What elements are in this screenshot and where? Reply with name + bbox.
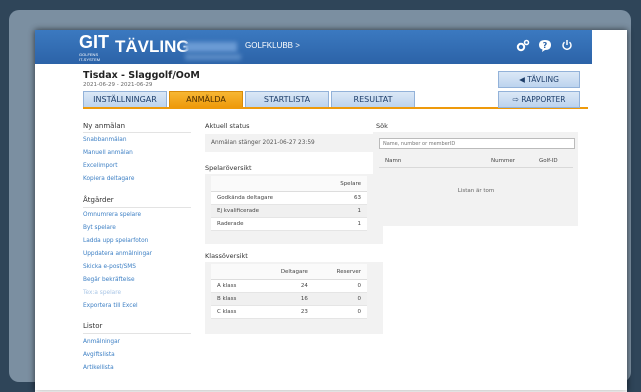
sidebar-link-skicka-epost[interactable]: Skicka e-post/SMS xyxy=(83,264,136,270)
player-overview-heading: Spelaröversikt xyxy=(205,164,252,172)
sidebar-link-artikellista[interactable]: Artikellista xyxy=(83,365,114,371)
sidebar-link-begar-bekraftelse[interactable]: Begär bekräftelse xyxy=(83,277,135,283)
divider xyxy=(83,132,191,133)
class-overview-table: Deltagare Reserver A klass 24 0 B klass 16 0… xyxy=(211,264,367,319)
event-title: Tisdax - Slaggolf/OoM xyxy=(83,70,200,81)
tab-startlista[interactable]: STARTLISTA xyxy=(245,91,329,108)
column-header-namn: Namn xyxy=(385,158,402,164)
event-dates: 2021-06-29 - 2021-06-29 xyxy=(83,82,153,88)
divider xyxy=(379,167,573,168)
search-heading: Sök xyxy=(376,122,388,130)
tab-bar: INSTÄLLNINGAR ANMÄLDA STARTLISTA RESULTA… xyxy=(83,91,417,108)
help-icon[interactable]: ? xyxy=(538,39,552,57)
tab-anmalda[interactable]: ANMÄLDA xyxy=(169,91,243,108)
sidebar-link-uppdatera[interactable]: Uppdatera anmälningar xyxy=(83,251,152,257)
logo-subtitle: GOLFENS IT-SYSTEM xyxy=(79,52,101,62)
table-row: Godkända deltagare 63 xyxy=(211,191,367,205)
column-header-golf-id: Golf-ID xyxy=(539,158,558,164)
club-selector[interactable]: GOLFKLUBB > xyxy=(245,41,300,50)
tavling-button-label: TÄVLING xyxy=(527,75,559,84)
sidebar-link-disabled: Tex:a spelare xyxy=(83,290,122,296)
sidebar-link-avgiftslista[interactable]: Avgiftslista xyxy=(83,352,115,358)
table-row: A klass 24 0 xyxy=(211,279,367,293)
column-header-nummer: Nummer xyxy=(491,158,515,164)
table-row: Ej kvalificerade 1 xyxy=(211,204,367,218)
empty-list-text: Listan är tom xyxy=(457,188,495,194)
sidebar-link-excelimport[interactable]: Excelimport xyxy=(83,163,118,169)
top-bar: GIT GOLFENS IT-SYSTEM TÄVLING GOLFKLUBB >… xyxy=(35,30,592,64)
rapporter-button-label: RAPPORTER xyxy=(521,95,566,104)
table-row: Raderade 1 xyxy=(211,217,367,231)
table-row: B klass 16 0 xyxy=(211,292,367,306)
section-heading-ny-anmalan: Ny anmälan xyxy=(83,122,126,130)
rapporter-button[interactable]: ⇨ RAPPORTER xyxy=(498,91,580,108)
gear-icon[interactable] xyxy=(516,39,530,57)
sidebar-link-anmalningar[interactable]: Anmälningar xyxy=(83,339,120,345)
divider xyxy=(83,207,191,208)
section-heading-atgarder: Åtgärder xyxy=(83,196,114,204)
column-header-reserver: Reserver xyxy=(313,264,367,280)
club-name-redacted xyxy=(185,42,237,52)
app-canvas: GIT GOLFENS IT-SYSTEM TÄVLING GOLFKLUBB >… xyxy=(35,30,627,390)
status-heading: Aktuell status xyxy=(205,122,250,130)
club-subline-redacted xyxy=(185,54,241,60)
app-title[interactable]: TÄVLING xyxy=(115,37,190,57)
power-icon[interactable] xyxy=(561,39,573,55)
export-icon: ⇨ xyxy=(512,95,519,104)
tab-resultat[interactable]: RESULTAT xyxy=(331,91,415,108)
sidebar-link-manuell-anmalan[interactable]: Manuell anmälan xyxy=(83,150,133,156)
player-overview-table: Spelare Godkända deltagare 63 Ej kvalific… xyxy=(211,176,367,231)
search-input[interactable] xyxy=(379,138,575,149)
divider xyxy=(83,333,191,334)
sidebar-link-byt-spelare[interactable]: Byt spelare xyxy=(83,225,116,231)
svg-text:?: ? xyxy=(543,41,548,50)
sidebar-link-omnumrera[interactable]: Omnumrera spelare xyxy=(83,212,141,218)
column-header-spelare: Spelare xyxy=(316,176,367,192)
section-heading-listor: Listor xyxy=(83,322,103,330)
tavling-button[interactable]: ◀ TÄVLING xyxy=(498,71,580,88)
sidebar-link-snabbanmalan[interactable]: Snabbanmälan xyxy=(83,137,127,143)
sidebar-link-ladda-upp-foton[interactable]: Ladda upp spelarfoton xyxy=(83,238,148,244)
sidebar-link-kopiera-deltagare[interactable]: Kopiera deltagare xyxy=(83,176,134,182)
class-overview-heading: Klassöversikt xyxy=(205,252,248,260)
tab-installningar[interactable]: INSTÄLLNINGAR xyxy=(83,91,167,108)
column-header-deltagare: Deltagare xyxy=(256,264,314,280)
arrow-left-icon: ◀ xyxy=(519,75,525,84)
table-row: C klass 23 0 xyxy=(211,305,367,319)
status-text: Anmälan stänger 2021-06-27 23:59 xyxy=(211,140,315,146)
logo-git[interactable]: GIT xyxy=(79,32,109,53)
sidebar-link-exportera-excel[interactable]: Exportera till Excel xyxy=(83,303,138,309)
